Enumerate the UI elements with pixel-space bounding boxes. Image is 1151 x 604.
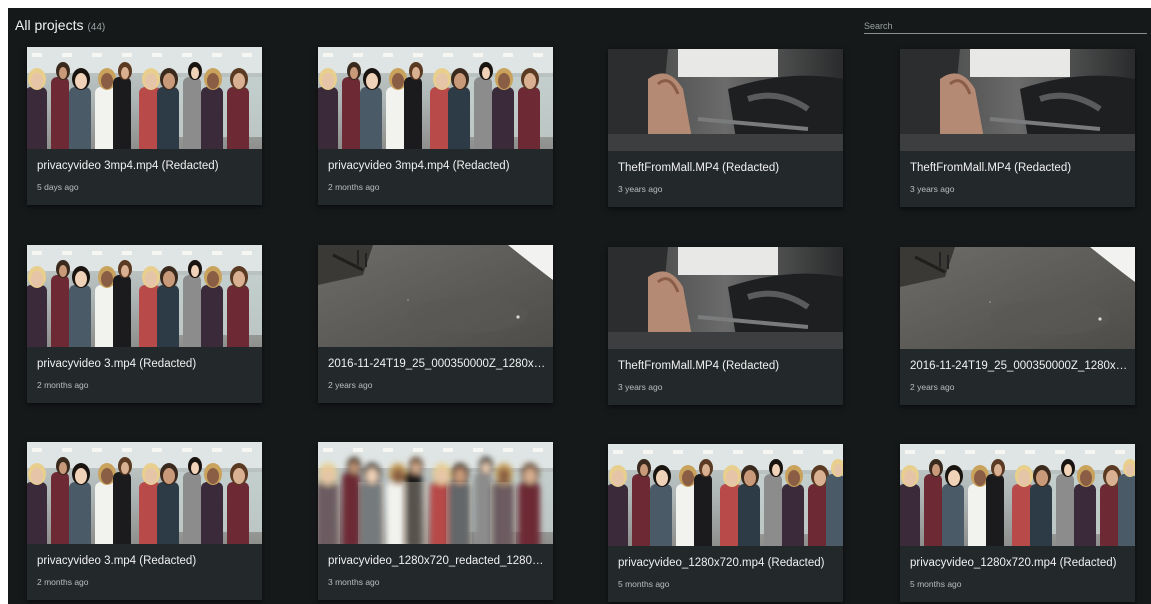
- project-thumbnail[interactable]: [318, 245, 553, 347]
- project-thumbnail[interactable]: [900, 247, 1135, 349]
- project-thumbnail[interactable]: [608, 49, 843, 151]
- project-card[interactable]: TheftFromMall.MP4 (Redacted) 3 years ago: [608, 49, 843, 207]
- project-card[interactable]: privacyvideo_1280x720.mp4 (Redacted) 5 mo…: [608, 444, 843, 602]
- project-thumbnail[interactable]: [27, 47, 262, 149]
- project-title: 2016-11-24T19_25_000350000Z_1280x7...: [328, 358, 546, 370]
- projects-panel: All projects(44) privacyvideo 3mp4.mp4 (…: [8, 8, 1151, 604]
- project-card[interactable]: privacyvideo_1280x720_redacted_1280x... 3…: [318, 442, 553, 600]
- project-thumbnail[interactable]: [318, 442, 553, 544]
- project-title: privacyvideo 3.mp4 (Redacted): [37, 358, 197, 370]
- project-title: privacyvideo_1280x720_redacted_1280x...: [328, 555, 546, 567]
- project-date: 2 years ago: [328, 380, 373, 390]
- project-card[interactable]: 2016-11-24T19_25_000350000Z_1280x7... 2 y…: [900, 247, 1135, 405]
- search-input[interactable]: [864, 18, 1147, 34]
- project-date: 2 years ago: [910, 382, 955, 392]
- project-thumbnail[interactable]: [900, 444, 1135, 546]
- project-thumbnail[interactable]: [27, 245, 262, 347]
- project-card[interactable]: TheftFromMall.MP4 (Redacted) 3 years ago: [900, 49, 1135, 207]
- project-thumbnail[interactable]: [608, 247, 843, 349]
- project-thumbnail[interactable]: [900, 49, 1135, 151]
- project-title: privacyvideo 3.mp4 (Redacted): [37, 555, 197, 567]
- project-card[interactable]: privacyvideo 3.mp4 (Redacted) 2 months ag…: [27, 245, 262, 403]
- project-date: 3 years ago: [618, 184, 663, 194]
- project-title: privacyvideo 3mp4.mp4 (Redacted): [37, 160, 219, 172]
- project-card[interactable]: privacyvideo 3mp4.mp4 (Redacted) 5 days a…: [27, 47, 262, 205]
- project-thumbnail[interactable]: [318, 47, 553, 149]
- project-title: TheftFromMall.MP4 (Redacted): [910, 162, 1072, 174]
- project-card[interactable]: TheftFromMall.MP4 (Redacted) 3 years ago: [608, 247, 843, 405]
- project-date: 3 years ago: [618, 382, 663, 392]
- project-date: 3 years ago: [910, 184, 955, 194]
- project-count: (44): [87, 22, 106, 33]
- project-title: privacyvideo_1280x720.mp4 (Redacted): [910, 557, 1117, 569]
- project-date: 2 months ago: [37, 380, 89, 390]
- project-date: 5 months ago: [618, 579, 670, 589]
- project-date: 5 days ago: [37, 182, 79, 192]
- project-title: privacyvideo_1280x720.mp4 (Redacted): [618, 557, 825, 569]
- project-date: 3 months ago: [328, 577, 380, 587]
- project-date: 2 months ago: [37, 577, 89, 587]
- page-title: All projects (44): [15, 17, 105, 33]
- project-card[interactable]: privacyvideo 3mp4.mp4 (Redacted) 2 months…: [318, 47, 553, 205]
- project-date: 5 months ago: [910, 579, 962, 589]
- page-title-text: All projects: [15, 17, 84, 33]
- project-card[interactable]: 2016-11-24T19_25_000350000Z_1280x7... 2 y…: [318, 245, 553, 403]
- project-title: TheftFromMall.MP4 (Redacted): [618, 162, 780, 174]
- project-card[interactable]: privacyvideo_1280x720.mp4 (Redacted) 5 mo…: [900, 444, 1135, 602]
- project-date: 2 months ago: [328, 182, 380, 192]
- project-title: TheftFromMall.MP4 (Redacted): [618, 360, 780, 372]
- project-thumbnail[interactable]: [608, 444, 843, 546]
- project-thumbnail[interactable]: [27, 442, 262, 544]
- project-title: 2016-11-24T19_25_000350000Z_1280x7...: [910, 360, 1128, 372]
- project-card[interactable]: privacyvideo 3.mp4 (Redacted) 2 months ag…: [27, 442, 262, 600]
- page-header: All projects (44): [8, 8, 1151, 44]
- project-title: privacyvideo 3mp4.mp4 (Redacted): [328, 160, 510, 172]
